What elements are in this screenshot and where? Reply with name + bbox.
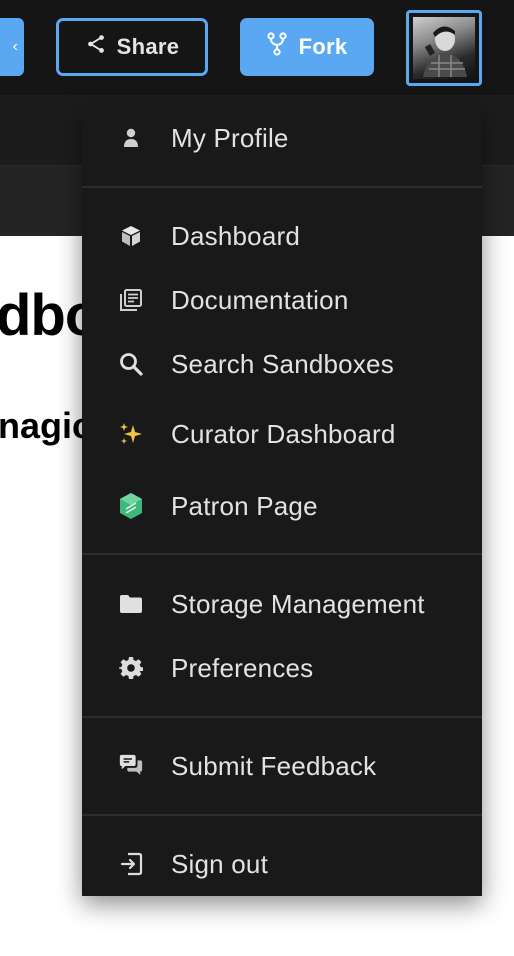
sparkles-icon	[118, 421, 144, 447]
share-icon	[85, 33, 107, 61]
menu-divider	[82, 716, 482, 718]
menu-item-submit-feedback[interactable]: Submit Feedback	[82, 738, 482, 794]
sign-out-icon	[118, 851, 144, 877]
page-subtitle: nagic	[0, 405, 93, 446]
menu-item-label: Submit Feedback	[171, 750, 377, 781]
menu-item-label: Patron Page	[171, 490, 318, 521]
fork-icon	[266, 32, 287, 62]
menu-item-documentation[interactable]: Documentation	[82, 272, 482, 328]
menu-item-search-sandboxes[interactable]: Search Sandboxes	[82, 336, 482, 392]
feedback-icon	[118, 753, 144, 779]
menu-item-dashboard[interactable]: Dashboard	[82, 208, 482, 264]
menu-item-label: Dashboard	[171, 220, 300, 251]
share-button[interactable]: Share	[56, 18, 208, 76]
menu-item-label: Search Sandboxes	[171, 348, 394, 379]
menu-divider	[82, 186, 482, 188]
user-avatar-button[interactable]	[406, 10, 482, 86]
menu-item-preferences[interactable]: Preferences	[82, 640, 482, 696]
user-dropdown-menu: My Profile Dashboard Documentation Searc…	[82, 106, 482, 896]
cube-icon	[118, 223, 144, 249]
avatar	[413, 17, 475, 79]
fork-button[interactable]: Fork	[240, 18, 374, 76]
gear-icon	[118, 655, 144, 681]
menu-item-label: Documentation	[171, 284, 349, 315]
menu-item-sign-out[interactable]: Sign out	[82, 836, 482, 892]
menu-divider	[82, 553, 482, 555]
chevron-icon: ‹	[12, 38, 18, 55]
search-icon	[118, 351, 144, 377]
menu-item-storage-management[interactable]: Storage Management	[82, 576, 482, 632]
share-label: Share	[116, 34, 180, 59]
menu-item-label: Storage Management	[171, 588, 425, 619]
menu-item-label: Preferences	[171, 652, 314, 683]
docs-icon	[118, 287, 144, 313]
patron-icon	[118, 493, 144, 519]
partial-toolbar-button[interactable]: ‹	[0, 18, 24, 76]
fork-label: Fork	[298, 34, 348, 59]
user-icon	[118, 125, 144, 151]
menu-item-curator-dashboard[interactable]: Curator Dashboard	[82, 406, 482, 462]
menu-item-patron-page[interactable]: Patron Page	[82, 478, 482, 534]
menu-item-label: My Profile	[171, 122, 289, 153]
folder-icon	[118, 591, 144, 617]
menu-item-label: Curator Dashboard	[171, 418, 396, 449]
menu-item-my-profile[interactable]: My Profile	[82, 110, 482, 166]
menu-item-label: Sign out	[171, 848, 269, 879]
menu-divider	[82, 814, 482, 816]
